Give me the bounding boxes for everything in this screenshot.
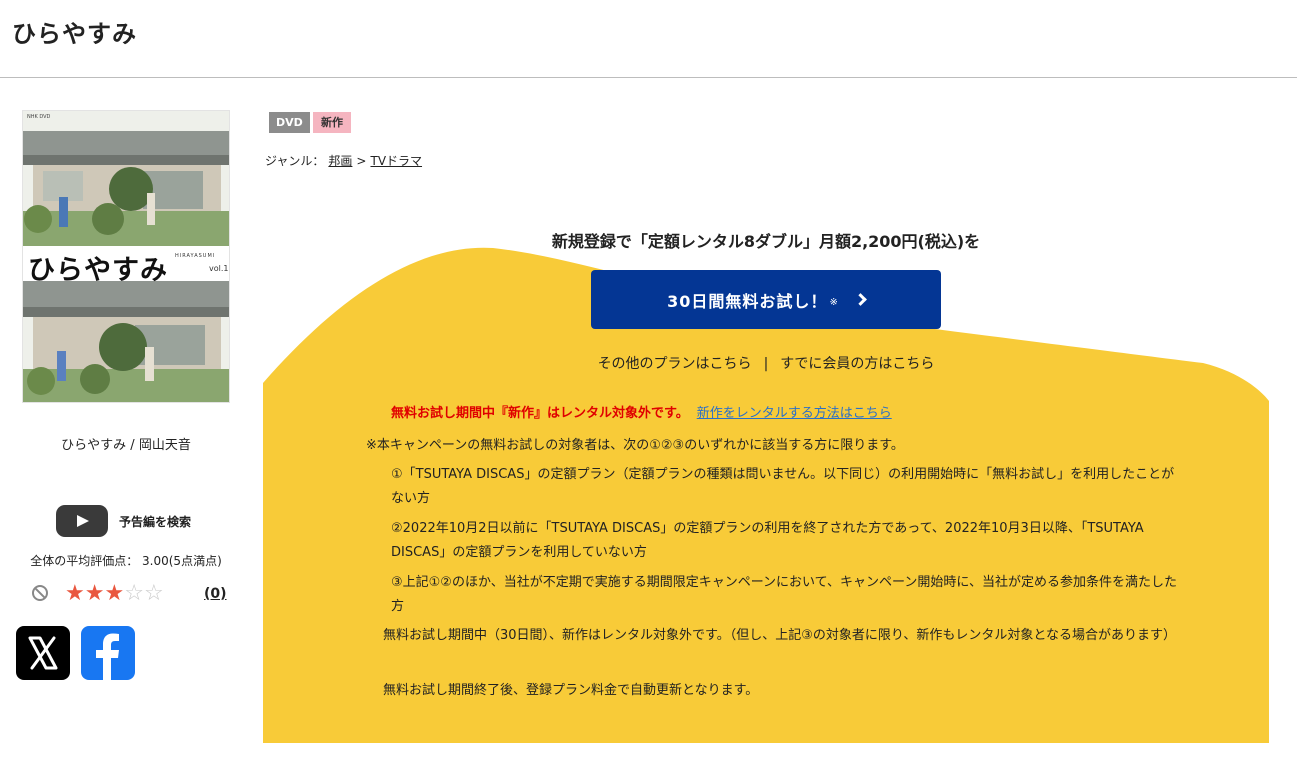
star-icon[interactable]: ★ [104, 581, 124, 606]
free-trial-button[interactable]: 30日間無料お試し！ ※ [591, 270, 941, 329]
title-author: ひらやすみ / 岡山天音 [61, 438, 191, 453]
trailer-search-label[interactable]: 予告編を検索 [119, 513, 191, 530]
trailer-search[interactable]: 予告編を検索 [56, 505, 191, 537]
genre-link-tv-drama[interactable]: TVドラマ [370, 154, 422, 168]
cover-image[interactable]: NHK DVD ひらやすみ HIRAYASUMI vol.1 [22, 110, 230, 403]
plan-link-divider: | [763, 356, 769, 372]
x-share-button[interactable] [16, 626, 70, 680]
free-trial-label: 30日間無料お試し！ [667, 291, 828, 311]
new-release-warning: 無料お試し期間中『新作』はレンタル対象外です。 新作をレンタルする方法はこちら [391, 402, 892, 421]
facebook-logo-icon [96, 633, 119, 680]
plan-links: その他のプランはこちら | すでに会員の方はこちら [263, 353, 1269, 373]
x-logo-icon [28, 636, 58, 670]
cover-title: ひらやすみ [28, 255, 168, 286]
header-divider [0, 77, 1297, 78]
rent-new-release-link[interactable]: 新作をレンタルする方法はこちら [697, 406, 892, 421]
genre-breadcrumb: ジャンル： 邦画 > TVドラマ [265, 152, 422, 169]
cover-photo-bottom [23, 281, 229, 402]
format-tag: DVD [269, 112, 310, 133]
page-title: ひらやすみ [12, 20, 137, 48]
chevron-right-icon [853, 293, 867, 306]
warning-text: 無料お試し期間中『新作』はレンタル対象外です。 [391, 406, 689, 421]
other-plans-link[interactable]: その他のプランはこちら [598, 356, 752, 372]
cover-photo-top [23, 111, 229, 246]
star-empty-icon[interactable]: ☆ [144, 581, 164, 606]
average-rating: 全体の平均評価点： 3.00(5点満点) [30, 554, 222, 568]
free-trial-note: ※ [829, 297, 838, 308]
no-rating-icon[interactable] [32, 585, 48, 601]
campaign-eligibility-note: ※本キャンペーンの無料お試しの対象者は、次の①②③のいずれかに該当する方に限りま… [366, 438, 904, 453]
genre-link-houga[interactable]: 邦画 [328, 154, 352, 168]
rating-row: ★★★☆☆ (0) [32, 581, 232, 607]
trial-period-note: 無料お試し期間中（30日間）、新作はレンタル対象外です。（但し、上記③の対象者に… [383, 628, 1176, 643]
member-login-link[interactable]: すでに会員の方はこちら [780, 356, 934, 372]
condition-2: ②2022年10月2日以前に「TSUTAYA DISCAS」の定額プランの利用を… [391, 521, 1144, 560]
play-icon[interactable] [56, 505, 108, 537]
genre-separator: > [356, 154, 367, 168]
condition-1: ①「TSUTAYA DISCAS」の定額プラン（定額プランの種類は問いません。以… [391, 467, 1175, 506]
rating-stars[interactable]: ★★★☆☆ [65, 581, 164, 606]
facebook-share-button[interactable] [81, 626, 135, 680]
cover-roman-title: HIRAYASUMI [175, 253, 216, 259]
new-release-tag: 新作 [313, 112, 351, 133]
star-icon[interactable]: ★ [85, 581, 105, 606]
cover-label: NHK DVD [27, 114, 51, 120]
condition-3: ③上記①②のほか、当社が不定期で実施する期間限定キャンペーンにおいて、キャンペー… [391, 575, 1177, 614]
star-icon[interactable]: ★ [65, 581, 85, 606]
cover-volume: vol.1 [209, 264, 229, 273]
auto-renewal-note: 無料お試し期間終了後、登録プラン料金で自動更新となります。 [383, 683, 759, 698]
review-count-link[interactable]: (0) [204, 586, 227, 602]
genre-label: ジャンル： [265, 154, 325, 168]
promo-heading: 新規登録で「定額レンタル8ダブル」月額2,200円(税込)を [551, 232, 981, 251]
star-empty-icon[interactable]: ☆ [124, 581, 144, 606]
